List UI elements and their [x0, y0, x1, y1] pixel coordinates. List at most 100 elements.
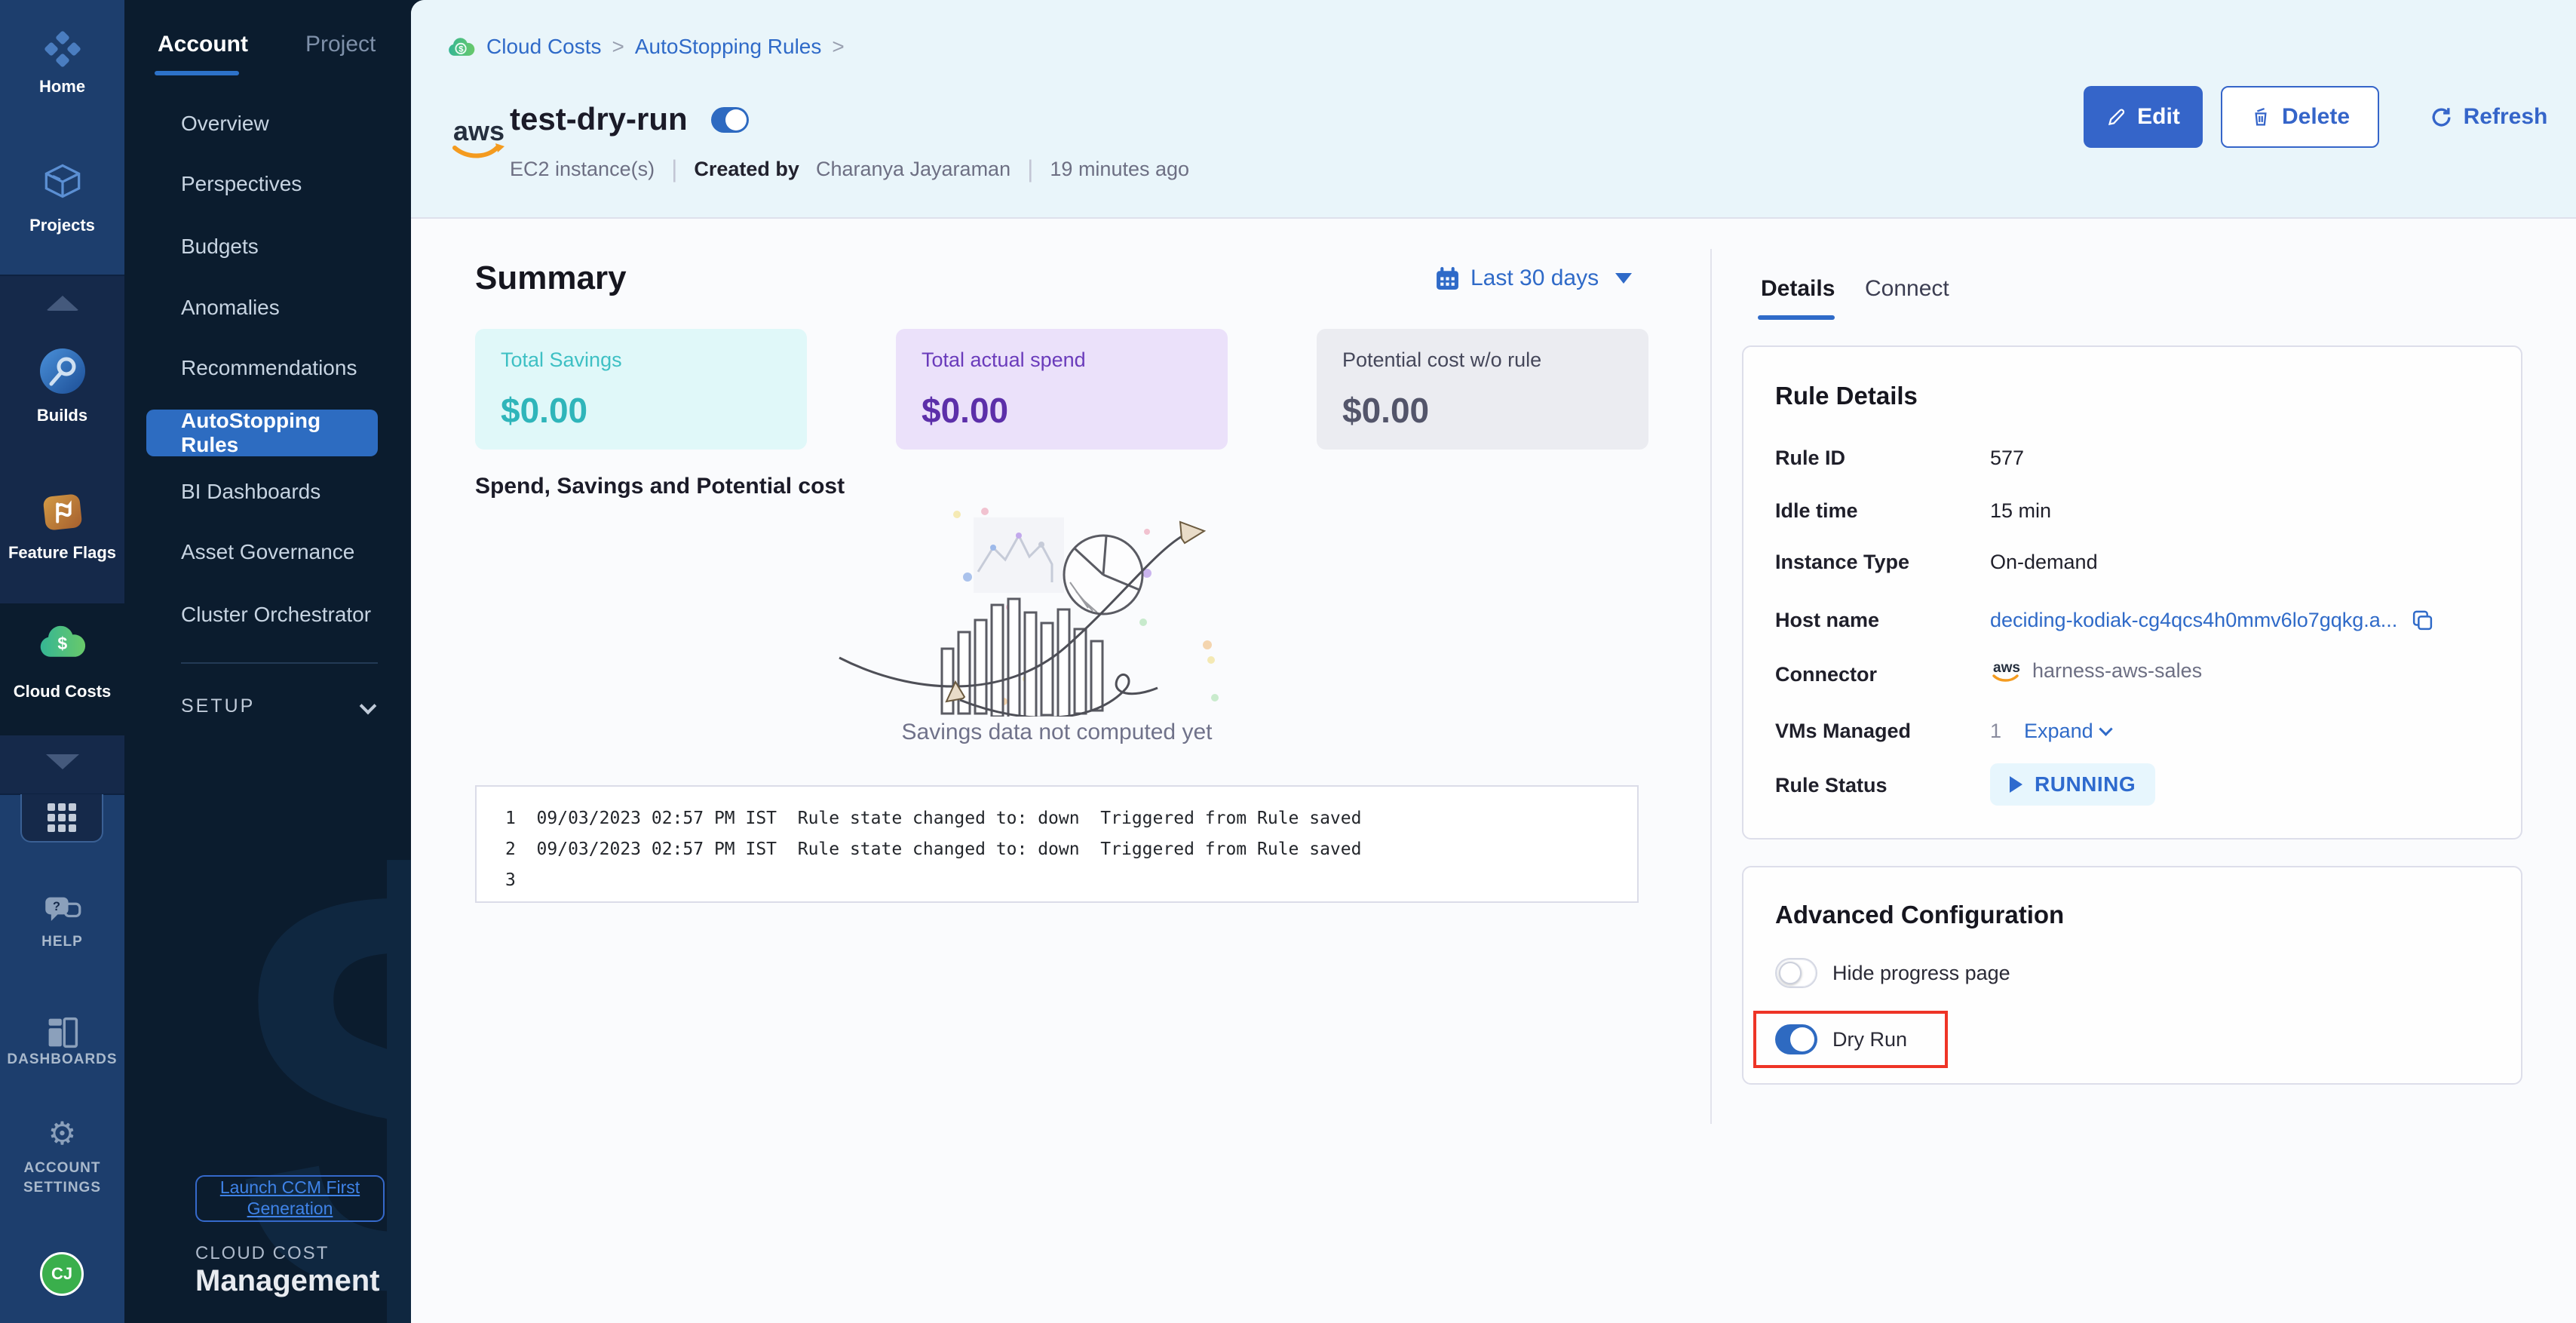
cloud-costs-icon: $ — [38, 623, 87, 661]
cloud-costs-label[interactable]: Cloud Costs — [0, 682, 124, 701]
sidebar-item-asset-governance[interactable]: Asset Governance — [181, 540, 354, 564]
setup-chevron-down-icon[interactable] — [360, 698, 377, 715]
connector-label: Connector — [1775, 663, 1877, 686]
account-settings-label[interactable]: ACCOUNT SETTINGS — [0, 1159, 124, 1198]
vms-expand-button[interactable]: Expand — [2024, 720, 2111, 743]
dashboards-button[interactable] — [0, 1015, 124, 1050]
harness-home-icon — [44, 30, 81, 68]
launch-ccm-first-gen-button[interactable]: Launch CCM First Generation — [195, 1175, 385, 1222]
refresh-button[interactable]: Refresh — [2402, 86, 2575, 148]
feature-flags-label[interactable]: Feature Flags — [0, 543, 124, 563]
total-actual-spend-card: Total actual spend $0.00 — [896, 329, 1228, 450]
svg-text:?: ? — [53, 900, 60, 913]
module-rail: Home Projects Builds Feature Flags $ Clo… — [0, 0, 124, 1323]
aws-logo: aws — [449, 113, 508, 161]
idle-time-label: Idle time — [1775, 499, 1858, 523]
sidebar-item-overview[interactable]: Overview — [181, 112, 269, 136]
brand-cloud-cost: CLOUD COST — [195, 1243, 329, 1264]
panel-divider — [1710, 249, 1712, 1124]
log-line: 2 09/03/2023 02:57 PM IST Rule state cha… — [505, 834, 1637, 865]
rule-subtitle: EC2 instance(s) | Created by Charanya Ja… — [510, 155, 1189, 183]
sidebar-item-perspectives[interactable]: Perspectives — [181, 172, 302, 196]
rule-enabled-toggle[interactable] — [711, 107, 749, 133]
module-picker-button[interactable] — [20, 794, 103, 843]
rule-details-heading: Rule Details — [1775, 382, 1918, 410]
advanced-configuration-heading: Advanced Configuration — [1775, 901, 2064, 929]
help-button[interactable]: ? — [0, 895, 124, 928]
sidebar-item-anomalies[interactable]: Anomalies — [181, 296, 280, 320]
sidebar-item-recommendations[interactable]: Recommendations — [181, 356, 357, 380]
potential-cost-label: Potential cost w/o rule — [1342, 348, 1623, 372]
projects-cube-icon — [43, 163, 82, 199]
rail-expand-chevron[interactable] — [0, 754, 124, 769]
toggle-knob — [725, 109, 747, 130]
hide-progress-toggle[interactable] — [1775, 958, 1817, 988]
breadcrumb-separator: > — [832, 35, 844, 59]
advanced-configuration-card: Advanced Configuration Hide progress pag… — [1742, 866, 2522, 1085]
svg-text:aws: aws — [1993, 660, 2020, 676]
rule-status-label: Rule Status — [1775, 774, 1888, 797]
status-text: RUNNING — [2035, 772, 2136, 797]
empty-chart-illustration — [830, 505, 1283, 717]
sidebar-item-autostopping-rules[interactable]: AutoStopping Rules — [146, 410, 378, 456]
delete-button[interactable]: Delete — [2221, 86, 2379, 148]
total-savings-label: Total Savings — [501, 348, 781, 372]
created-by-label: Created by — [694, 158, 799, 181]
total-actual-spend-value: $0.00 — [922, 390, 1202, 431]
brand-management: Management — [195, 1264, 380, 1298]
edit-button[interactable]: Edit — [2084, 86, 2203, 148]
vms-count: 1 — [1990, 720, 2001, 743]
user-avatar[interactable]: CJ — [40, 1252, 84, 1296]
idle-time-value: 15 min — [1990, 499, 2051, 523]
total-savings-card: Total Savings $0.00 — [475, 329, 807, 450]
svg-text:$: $ — [458, 45, 464, 54]
aws-icon: aws — [1990, 658, 2023, 683]
toggle-knob — [1790, 1027, 1814, 1051]
trash-icon — [2250, 106, 2271, 128]
feature-flags-icon — [39, 489, 86, 536]
sidebar-setup[interactable]: SETUP — [181, 695, 255, 717]
dry-run-highlight-box: Dry Run — [1753, 1011, 1948, 1068]
total-actual-spend-label: Total actual spend — [922, 348, 1202, 372]
sidebar-divider — [181, 662, 378, 664]
potential-cost-value: $0.00 — [1342, 390, 1623, 431]
breadcrumb-separator: > — [612, 35, 624, 59]
play-icon — [2010, 776, 2022, 793]
account-settings-button[interactable]: ⚙ — [0, 1118, 124, 1150]
connector-value: aws harness-aws-sales — [1990, 658, 2202, 683]
builds-icon — [38, 347, 87, 395]
copy-icon[interactable] — [2411, 609, 2434, 632]
help-label[interactable]: HELP — [0, 934, 124, 950]
breadcrumb-cloud-costs[interactable]: Cloud Costs — [486, 35, 602, 59]
builds-button[interactable] — [0, 347, 124, 395]
tab-details[interactable]: Details — [1761, 276, 1835, 302]
host-name-link[interactable]: deciding-kodiak-cg4qcs4h0mmv6lo7gqkg.a..… — [1990, 609, 2397, 632]
date-range-select[interactable]: Last 30 days — [1435, 266, 1632, 291]
chevron-up-icon — [46, 296, 79, 311]
rail-collapse-chevron[interactable] — [0, 296, 124, 311]
feature-flags-button[interactable] — [0, 489, 124, 536]
chart-section-heading: Spend, Savings and Potential cost — [475, 474, 845, 499]
breadcrumb-autostopping-rules[interactable]: AutoStopping Rules — [635, 35, 822, 59]
dry-run-toggle[interactable] — [1775, 1024, 1817, 1054]
dry-run-label: Dry Run — [1832, 1028, 1907, 1051]
projects-label[interactable]: Projects — [0, 216, 124, 235]
empty-chart-message: Savings data not computed yet — [475, 720, 1639, 745]
projects-button[interactable] — [0, 163, 124, 199]
instance-type-text: EC2 instance(s) — [510, 158, 655, 181]
log-line: 1 09/03/2023 02:57 PM IST Rule state cha… — [505, 803, 1637, 834]
sidebar-item-budgets[interactable]: Budgets — [181, 235, 259, 259]
tab-connect[interactable]: Connect — [1865, 276, 1949, 302]
sidebar-item-bi-dashboards[interactable]: BI Dashboards — [181, 480, 320, 504]
instance-type-value: On-demand — [1990, 551, 2098, 574]
status-badge: RUNNING — [1990, 763, 2155, 806]
sidebar-item-cluster-orchestrator[interactable]: Cluster Orchestrator — [181, 603, 371, 627]
home-label[interactable]: Home — [0, 77, 124, 97]
tab-project[interactable]: Project — [305, 32, 376, 57]
builds-label[interactable]: Builds — [0, 406, 124, 425]
cloud-costs-button[interactable]: $ — [0, 623, 124, 661]
tab-account[interactable]: Account — [158, 32, 248, 57]
home-button[interactable] — [0, 30, 124, 68]
tab-account-underline — [155, 71, 239, 75]
dashboards-label[interactable]: DASHBOARDS — [0, 1051, 124, 1068]
